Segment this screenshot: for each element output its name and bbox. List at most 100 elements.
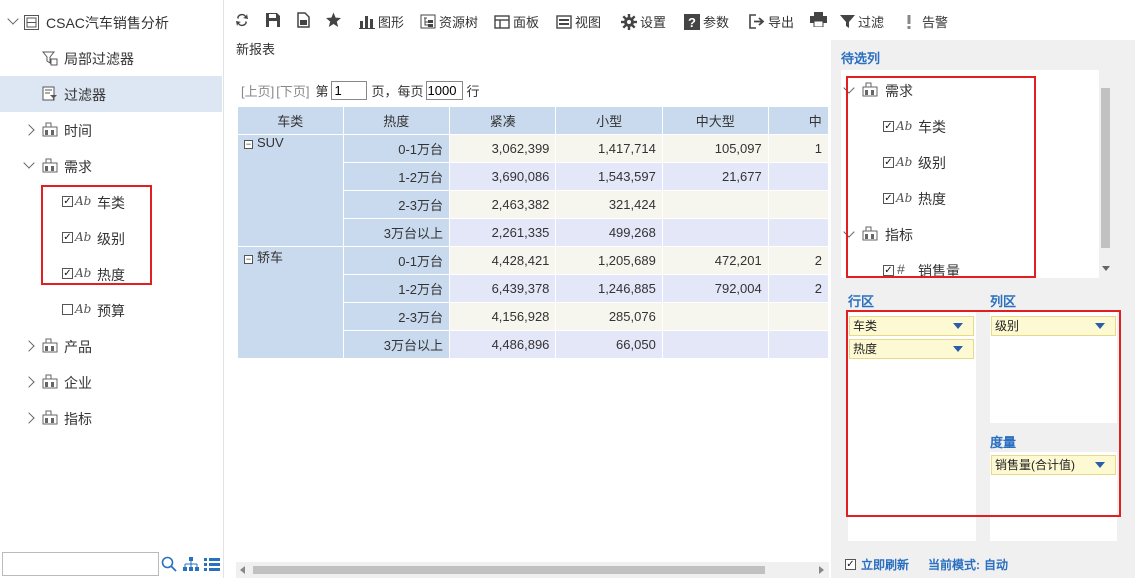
refresh-icon	[236, 13, 248, 27]
filter-button[interactable]: 过滤	[840, 12, 884, 31]
page-prefix: 第	[315, 84, 329, 99]
heat-cell: 3万台以上	[342, 330, 451, 358]
value-cell: 285,076	[555, 302, 663, 331]
settings-button[interactable]: 设置	[621, 12, 666, 31]
page-suffix: 页，每页	[371, 84, 424, 99]
value-cell: 2	[767, 246, 829, 275]
collapse-icon[interactable]: −	[244, 255, 253, 264]
value-cell: 3,690,086	[449, 162, 557, 191]
save-icon	[266, 13, 280, 27]
star-icon	[326, 12, 341, 27]
page-number-input[interactable]	[331, 81, 368, 100]
chevron-right-icon[interactable]	[23, 124, 35, 136]
page-size-suffix: 行	[466, 84, 480, 99]
value-cell	[661, 218, 769, 247]
export-label: 导出	[768, 15, 795, 30]
params-button[interactable]: ? 参数	[684, 12, 729, 31]
col-header[interactable]: 紧凑	[449, 106, 557, 135]
list-view-icon[interactable]	[204, 557, 220, 571]
value-cell: 4,156,928	[449, 302, 557, 331]
alert-button[interactable]: 告警	[905, 12, 948, 31]
filter-label: 过滤	[858, 15, 885, 30]
chart-button[interactable]: 图形	[359, 12, 404, 31]
tree-demand[interactable]: 需求	[0, 148, 222, 184]
heat-cell: 1-2万台	[342, 162, 451, 191]
table-icon	[24, 15, 39, 30]
scrollbar-thumb[interactable]	[253, 566, 765, 574]
tree-filter[interactable]: 过滤器	[0, 76, 222, 112]
local-filter-icon	[42, 51, 58, 66]
refresh-label[interactable]: 立即刷新	[861, 556, 909, 573]
vertical-scrollbar[interactable]	[1099, 70, 1112, 278]
col-header[interactable]: 中大型	[661, 106, 769, 135]
resource-tree-button[interactable]: 资源树	[420, 12, 478, 31]
value-cell: 105,097	[661, 134, 769, 163]
svg-text:?: ?	[688, 15, 696, 30]
row-area-title: 行区	[848, 294, 875, 309]
table-row: − SUV 0-1万台 3,062,399 1,417,714 105,097 1	[237, 134, 829, 247]
tree-root[interactable]: CSAC汽车销售分析	[0, 4, 222, 40]
value-cell	[661, 302, 769, 331]
tree-time[interactable]: 时间	[0, 112, 222, 148]
collapse-icon[interactable]: −	[244, 140, 253, 149]
export-button[interactable]: 导出	[749, 12, 794, 31]
next-page-link[interactable]: [下页]	[276, 81, 309, 100]
value-cell: 1,205,689	[555, 246, 663, 275]
horizontal-scrollbar[interactable]	[236, 562, 829, 578]
tree-item-budget[interactable]: Ab 预算	[0, 292, 222, 328]
dimension-icon	[42, 410, 58, 425]
hierarchy-icon[interactable]	[183, 557, 199, 571]
value-cell	[767, 302, 829, 331]
chevron-down-icon[interactable]	[23, 157, 35, 169]
refresh-button[interactable]	[235, 12, 252, 28]
print-button[interactable]	[810, 12, 830, 27]
panel-button[interactable]: 面板	[494, 12, 539, 31]
highlight-box	[846, 310, 1121, 517]
scroll-left-arrow-icon[interactable]	[240, 566, 245, 574]
scroll-right-arrow-icon[interactable]	[819, 566, 824, 574]
right-panel: 待选列 需求 ✓ Ab 车类 ✓ Ab 级别 ✓ Ab 热度 指标 ✓ # 销售…	[831, 40, 1135, 578]
tree-enterprise[interactable]: 企业	[0, 364, 222, 400]
checkbox[interactable]	[62, 304, 73, 315]
page-size-input[interactable]	[425, 81, 463, 100]
value-cell: 4,428,421	[449, 246, 557, 275]
col-header[interactable]: 小型	[555, 106, 663, 135]
chevron-right-icon[interactable]	[23, 340, 35, 352]
col-header[interactable]: 中	[767, 106, 829, 135]
value-cell: 2,463,382	[449, 190, 557, 219]
mode-value: 自动	[984, 558, 1009, 572]
chart-label: 图形	[378, 15, 405, 30]
save-as-button[interactable]	[295, 12, 314, 28]
tree-local-filter[interactable]: 局部过滤器	[0, 40, 222, 76]
value-cell: 3,062,399	[449, 134, 557, 163]
scroll-down-arrow-icon[interactable]	[1102, 266, 1110, 271]
group-cell[interactable]: − SUV	[237, 134, 344, 247]
chevron-right-icon[interactable]	[23, 412, 35, 424]
tree-indicator[interactable]: 指标	[0, 400, 222, 436]
tree-product[interactable]: 产品	[0, 328, 222, 364]
chevron-right-icon[interactable]	[23, 376, 35, 388]
value-cell: 21,677	[661, 162, 769, 191]
prev-page-link[interactable]: [上页]	[241, 81, 274, 100]
refresh-checkbox[interactable]: ✓	[845, 559, 856, 570]
search-input[interactable]	[2, 552, 159, 576]
mode-label: 当前模式:	[928, 558, 981, 572]
col-header[interactable]: 车类	[237, 106, 344, 135]
save-button[interactable]	[265, 12, 284, 28]
group-cell[interactable]: − 轿车	[237, 246, 344, 358]
search-icon[interactable]	[161, 556, 177, 572]
col-header[interactable]: 热度	[342, 106, 451, 135]
export-icon	[749, 14, 765, 29]
value-cell	[661, 330, 769, 358]
panel-icon	[494, 14, 510, 29]
save-as-icon	[297, 12, 310, 28]
favorite-button[interactable]	[325, 12, 345, 28]
resource-tree-label: 资源树	[439, 15, 479, 30]
chevron-down-icon[interactable]	[7, 13, 19, 25]
view-button[interactable]: 视图	[556, 12, 601, 31]
value-cell	[767, 330, 829, 358]
alert-label: 告警	[922, 15, 949, 30]
value-cell: 321,424	[555, 190, 663, 219]
scrollbar-thumb[interactable]	[1101, 88, 1110, 248]
value-cell: 66,050	[555, 330, 663, 358]
